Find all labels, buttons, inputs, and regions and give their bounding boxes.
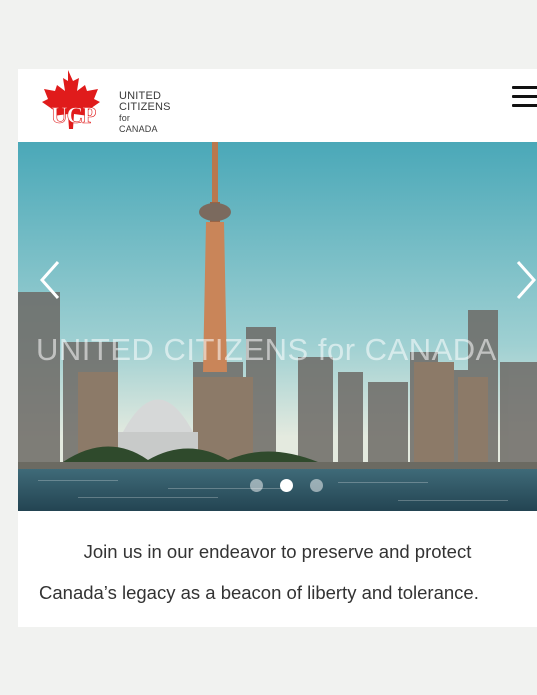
tagline-line-1: Join us in our endeavor to preserve and … — [83, 541, 472, 562]
carousel-dot-3[interactable] — [310, 479, 323, 492]
svg-text:UCP: UCP — [51, 103, 96, 128]
logo-text: UNITED CITIZENS for CANADA — [119, 91, 171, 135]
toronto-skyline-image — [18, 142, 537, 511]
hero-carousel[interactable]: UNITED CITIZENS for CANADA — [18, 142, 537, 511]
logo-line-2: CITIZENS — [119, 101, 171, 113]
chevron-left-icon[interactable] — [36, 260, 66, 300]
tagline-line-2: Canada’s legacy as a beacon of liberty a… — [39, 582, 479, 603]
carousel-dot-2[interactable] — [280, 479, 293, 492]
logo-line-3: for CANADA — [119, 113, 158, 134]
site-card: UCP UNITED CITIZENS for CANADA UNITED CI… — [18, 69, 537, 627]
chevron-right-icon[interactable] — [510, 260, 537, 300]
tagline: Join us in our endeavor to preserve and … — [18, 511, 537, 627]
hamburger-menu-icon[interactable] — [512, 86, 537, 112]
carousel-dot-1[interactable] — [250, 479, 263, 492]
maple-leaf-icon: UCP — [42, 70, 100, 129]
hero-caption: UNITED CITIZENS for CANADA — [36, 332, 497, 367]
site-header: UCP UNITED CITIZENS for CANADA — [18, 69, 537, 142]
site-logo[interactable]: UCP UNITED CITIZENS for CANADA — [32, 69, 171, 142]
